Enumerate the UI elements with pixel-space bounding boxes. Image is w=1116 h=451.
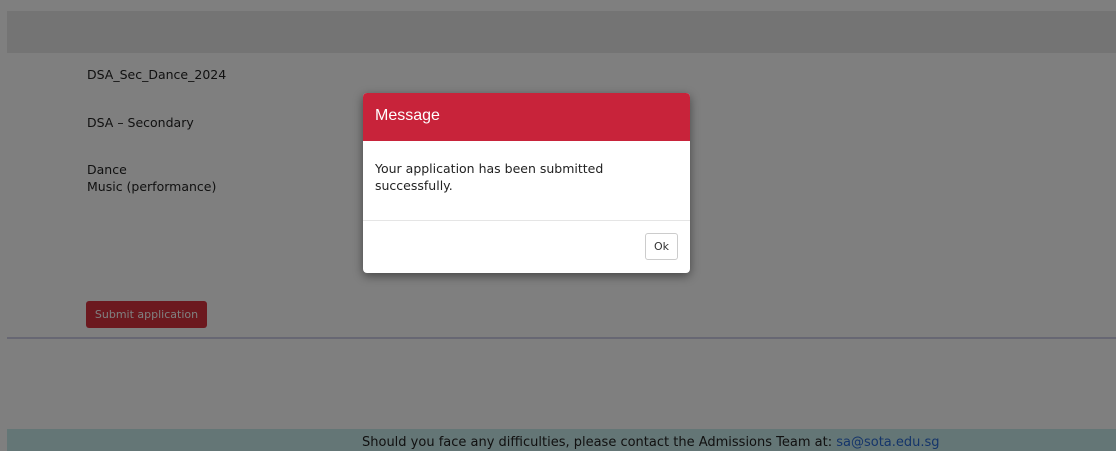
dialog-message: Your application has been submitted succ… <box>363 141 690 221</box>
dialog-footer: Ok <box>363 221 690 273</box>
ok-button[interactable]: Ok <box>645 233 678 260</box>
message-dialog: Message Your application has been submit… <box>363 93 690 273</box>
dialog-title: Message <box>363 93 690 141</box>
